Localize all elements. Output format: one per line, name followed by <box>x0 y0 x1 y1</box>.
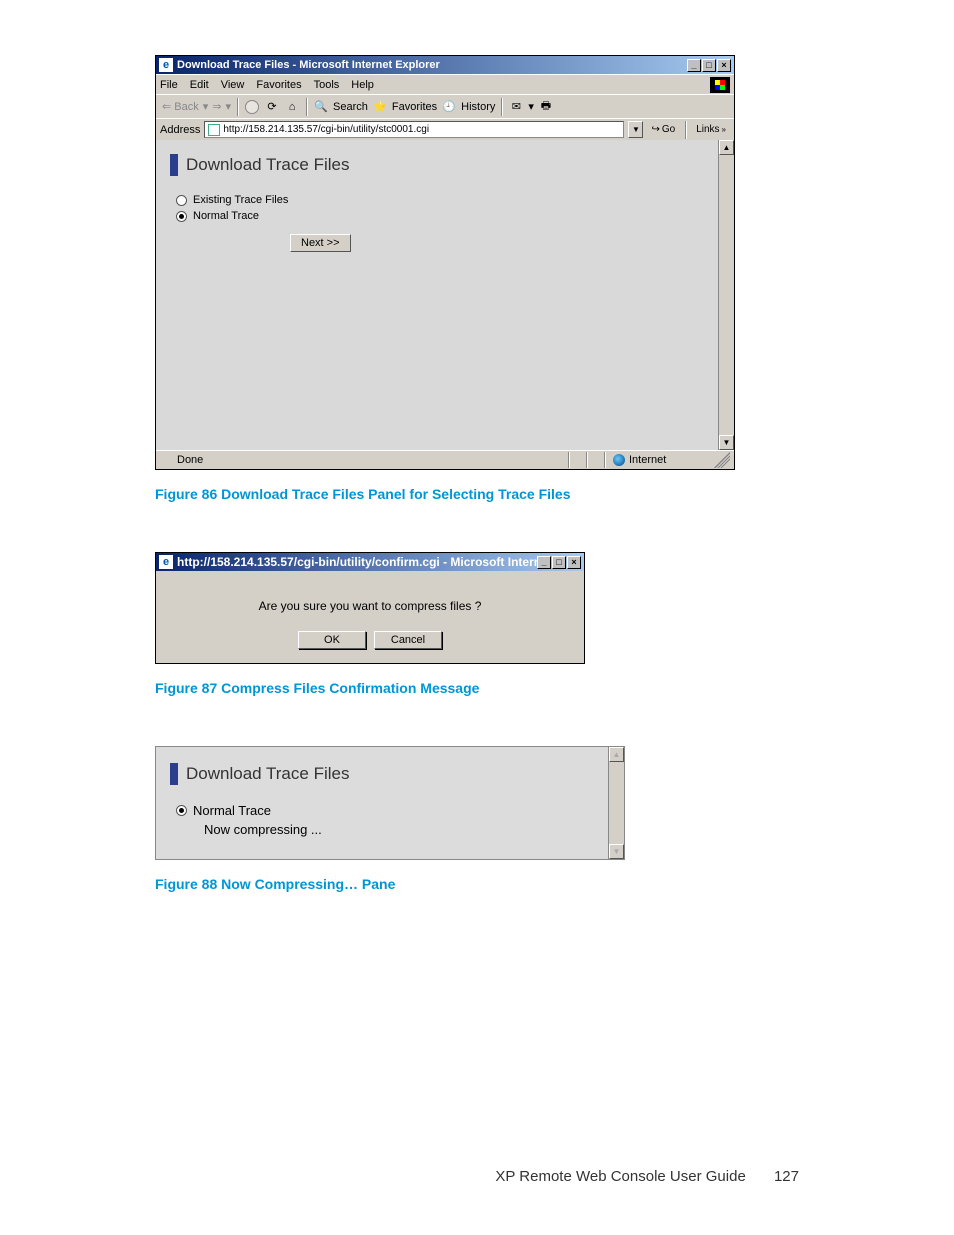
next-button[interactable]: Next >> <box>290 234 351 252</box>
ie-logo-icon: e <box>159 58 173 72</box>
panel-heading: Download Trace Files <box>170 154 704 176</box>
status-cell <box>568 452 586 468</box>
titlebar[interactable]: e Download Trace Files - Microsoft Inter… <box>156 56 734 74</box>
ie-window: e Download Trace Files - Microsoft Inter… <box>155 55 735 470</box>
page-icon <box>208 124 220 136</box>
compressing-panel: Download Trace Files Normal Trace Now co… <box>155 746 625 860</box>
radio-normal[interactable]: Normal Trace <box>176 210 704 222</box>
print-icon[interactable]: 🖶 <box>538 99 554 115</box>
address-url: http://158.214.135.57/cgi-bin/utility/st… <box>223 124 429 135</box>
page-number: 127 <box>774 1168 799 1185</box>
search-icon[interactable]: 🔍 <box>313 99 329 115</box>
radio-icon <box>176 195 187 206</box>
go-icon: ↪ <box>651 124 659 135</box>
page-icon <box>160 454 173 467</box>
scroll-up-icon[interactable]: ▲ <box>609 747 624 762</box>
figure-caption-88: Figure 88 Now Compressing… Pane <box>155 876 795 892</box>
links-button[interactable]: Links » <box>692 124 730 135</box>
radio-existing[interactable]: Existing Trace Files <box>176 194 704 206</box>
toolbar: ⇐ Back ▾ ⇒ ▾ ⟳ ⌂ 🔍 Search ⭐ Favorites 🕘 … <box>156 94 734 118</box>
menu-view[interactable]: View <box>221 79 245 91</box>
close-button[interactable]: × <box>567 556 581 569</box>
panel-heading: Download Trace Files <box>170 763 594 785</box>
menu-tools[interactable]: Tools <box>314 79 340 91</box>
search-button[interactable]: Search <box>333 101 368 113</box>
titlebar[interactable]: e http://158.214.135.57/cgi-bin/utility/… <box>156 553 584 571</box>
status-text: Done <box>177 454 203 466</box>
heading-bar-icon <box>170 154 178 176</box>
menu-help[interactable]: Help <box>351 79 374 91</box>
close-button[interactable]: × <box>717 59 731 72</box>
status-zone: Internet <box>604 452 714 468</box>
cancel-button[interactable]: Cancel <box>374 631 442 649</box>
scroll-up-icon[interactable]: ▲ <box>719 140 734 155</box>
ok-button[interactable]: OK <box>298 631 366 649</box>
forward-button[interactable]: ⇒ <box>212 100 221 113</box>
address-bar: Address http://158.214.135.57/cgi-bin/ut… <box>156 118 734 140</box>
maximize-button[interactable]: □ <box>702 59 716 72</box>
radio-icon <box>176 805 187 816</box>
favorites-icon[interactable]: ⭐ <box>372 99 388 115</box>
dialog-message: Are you sure you want to compress files … <box>166 599 574 613</box>
ie-logo-icon: e <box>159 555 173 569</box>
globe-icon <box>613 454 625 466</box>
page-content: Download Trace Files Existing Trace File… <box>156 140 734 450</box>
scrollbar[interactable]: ▲ ▼ <box>608 747 624 859</box>
resize-grip-icon[interactable] <box>714 452 730 468</box>
address-dropdown[interactable]: ▼ <box>628 121 643 138</box>
page-footer: XP Remote Web Console User Guide 127 <box>0 1168 954 1185</box>
menu-edit[interactable]: Edit <box>190 79 209 91</box>
radio-icon <box>176 211 187 222</box>
scroll-down-icon[interactable]: ▼ <box>719 435 734 450</box>
home-icon[interactable]: ⌂ <box>284 99 300 115</box>
figure-caption-86: Figure 86 Download Trace Files Panel for… <box>155 486 795 502</box>
statusbar: Done Internet <box>156 450 734 469</box>
stop-icon[interactable] <box>244 99 260 115</box>
address-input[interactable]: http://158.214.135.57/cgi-bin/utility/st… <box>204 121 624 138</box>
figure-caption-87: Figure 87 Compress Files Confirmation Me… <box>155 680 795 696</box>
address-label: Address <box>160 124 200 136</box>
radio-normal[interactable]: Normal Trace <box>176 803 594 818</box>
scroll-down-icon[interactable]: ▼ <box>609 844 624 859</box>
confirm-dialog: e http://158.214.135.57/cgi-bin/utility/… <box>155 552 585 664</box>
menubar: File Edit View Favorites Tools Help <box>156 74 734 94</box>
refresh-icon[interactable]: ⟳ <box>264 99 280 115</box>
minimize-button[interactable]: _ <box>687 59 701 72</box>
status-cell <box>586 452 604 468</box>
history-button[interactable]: History <box>461 101 495 113</box>
favorites-button[interactable]: Favorites <box>392 101 437 113</box>
menu-favorites[interactable]: Favorites <box>256 79 301 91</box>
windows-logo-icon <box>710 77 730 93</box>
book-title: XP Remote Web Console User Guide <box>495 1168 745 1185</box>
mail-icon[interactable]: ✉ <box>508 99 524 115</box>
status-text: Now compressing ... <box>204 822 594 837</box>
menu-file[interactable]: File <box>160 79 178 91</box>
scrollbar[interactable]: ▲ ▼ <box>718 140 734 450</box>
window-title: http://158.214.135.57/cgi-bin/utility/co… <box>177 555 537 569</box>
maximize-button[interactable]: □ <box>552 556 566 569</box>
window-title: Download Trace Files - Microsoft Interne… <box>177 59 687 71</box>
history-icon[interactable]: 🕘 <box>441 99 457 115</box>
back-button[interactable]: ⇐ Back <box>162 100 199 113</box>
heading-bar-icon <box>170 763 178 785</box>
go-button[interactable]: ↪ Go <box>647 124 679 135</box>
minimize-button[interactable]: _ <box>537 556 551 569</box>
